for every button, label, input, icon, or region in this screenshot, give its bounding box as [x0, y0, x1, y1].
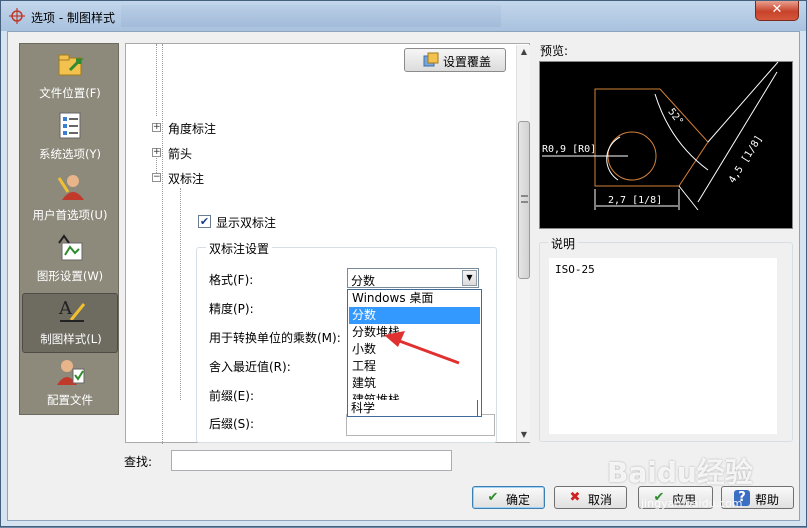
watermark-url: jingyan.baidu.com	[641, 497, 743, 510]
annotation-arrow	[384, 331, 460, 365]
watermark-logo: Baidu经验	[607, 456, 753, 489]
options-window: 选项 - 制图样式 ✕ 文件位置(F) 系统选项(Y) 用户首选项(U) 图形设…	[0, 0, 807, 527]
